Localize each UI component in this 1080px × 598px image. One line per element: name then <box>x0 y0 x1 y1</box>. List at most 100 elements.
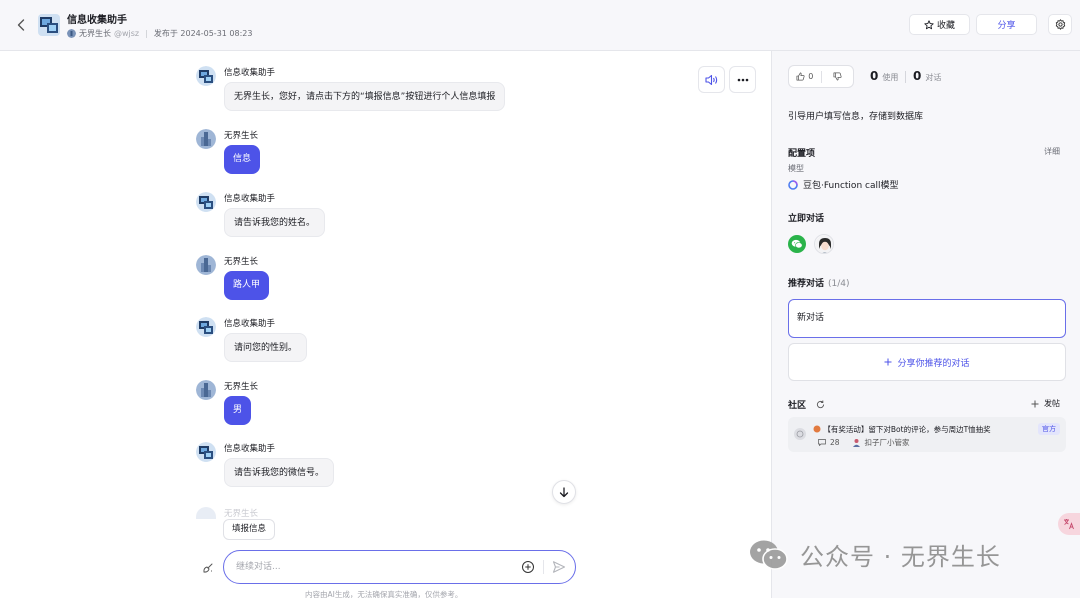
config-detail-link[interactable]: 详细 <box>1044 146 1060 157</box>
more-horizontal-icon <box>737 78 748 81</box>
share-button[interactable]: 分享 <box>976 14 1037 35</box>
recommended-title-label: 推荐对话 <box>788 279 825 289</box>
doubao-logo-icon <box>788 179 798 190</box>
message-input[interactable] <box>236 559 506 575</box>
usage-label: 使用 <box>882 73 899 82</box>
user-message-bubble: 男 <box>224 396 252 425</box>
bot-description: 引导用户填写信息，存储到数据库 <box>788 112 924 122</box>
conversation-count: 0 <box>913 69 922 83</box>
more-options-button[interactable] <box>729 66 756 93</box>
conversation-label: 对话 <box>925 73 942 82</box>
reaction-box: 0 <box>788 65 854 88</box>
official-badge: 官方 <box>1038 423 1060 435</box>
new-chat-button[interactable] <box>200 560 216 576</box>
new-post-label: 发帖 <box>1044 399 1060 408</box>
attach-plus-icon[interactable] <box>521 560 535 574</box>
stat-divider <box>905 71 906 83</box>
favorite-label: 收藏 <box>936 21 955 31</box>
back-button[interactable] <box>12 15 30 35</box>
voice-toggle-button[interactable] <box>698 66 725 93</box>
bot-message-bubble: 请告诉我您的微信号。 <box>224 458 335 487</box>
message-sender: 信息收集助手 <box>224 319 276 329</box>
bot-message-bubble: 请告诉我您的姓名。 <box>224 208 326 237</box>
config-title: 配置项 <box>788 149 816 159</box>
message-sender: 无界生长 <box>224 509 259 519</box>
model-info: 豆包·Function call模型 <box>788 178 898 191</box>
send-icon[interactable] <box>552 560 566 574</box>
user-message-bubble: 信息 <box>224 145 261 174</box>
message-sender: 无界生长 <box>224 257 259 267</box>
translate-icon <box>1064 519 1074 530</box>
usage-stat: 0 使用 <box>870 69 898 83</box>
usage-count: 0 <box>870 69 879 83</box>
speaker-icon <box>704 74 717 85</box>
thumb-down-icon <box>833 72 842 81</box>
new-post-button[interactable]: 发帖 <box>1031 398 1060 409</box>
arrow-down-icon <box>559 486 569 497</box>
message-input-box <box>223 550 576 584</box>
input-divider <box>543 560 544 574</box>
post-title-text: 【有奖活动】留下对Bot的评论，参与周边T恤抽奖 <box>823 425 991 434</box>
bot-message-avatar <box>196 442 216 462</box>
chevron-left-icon <box>17 19 25 31</box>
bot-message-avatar <box>196 317 216 337</box>
user-message-avatar <box>196 507 216 519</box>
scroll-to-bottom-button[interactable] <box>552 480 576 504</box>
favorite-button[interactable]: 收藏 <box>909 14 970 35</box>
recommended-count: (1/4) <box>828 279 850 289</box>
bot-info-panel: 0 0 使用 0 对话 引导用户填写信息，存储到数据库 配置项 详细 模型 豆包… <box>771 51 1080 598</box>
bot-message-avatar <box>196 66 216 86</box>
watermark-text: 公众号 · 无界生长 <box>800 543 1001 571</box>
like-button[interactable]: 0 <box>789 66 821 87</box>
plus-icon <box>1031 400 1039 407</box>
refresh-icon[interactable] <box>816 400 825 409</box>
wechat-channel-button[interactable] <box>788 235 806 253</box>
recommended-title: 推荐对话 (1/4) <box>788 276 850 289</box>
thumb-up-icon <box>796 72 805 81</box>
message-sender: 信息收集助手 <box>224 68 276 78</box>
message-sender: 无界生长 <box>224 382 259 392</box>
bot-message-bubble: 请问您的性别。 <box>224 333 308 362</box>
message-sender: 无界生长 <box>224 131 259 141</box>
wechat-logo-icon <box>750 540 788 570</box>
community-post[interactable]: 【有奖活动】留下对Bot的评论，参与周边T恤抽奖 官方 28 扣子厂小管家 <box>788 417 1066 452</box>
bot-title: 信息收集助手 <box>67 15 127 26</box>
author-avatar <box>67 29 76 38</box>
recommended-conversation-item[interactable]: 新对话 <box>788 299 1066 338</box>
quick-reply-button[interactable]: 填报信息 <box>223 519 276 540</box>
user-message-bubble: 路人甲 <box>224 271 270 300</box>
author-handle: @wjsz <box>114 29 140 38</box>
like-count: 0 <box>808 72 814 81</box>
gift-icon <box>813 425 821 433</box>
user-message-avatar <box>196 255 216 275</box>
gear-icon <box>1055 19 1065 30</box>
user-message-avatar <box>196 380 216 400</box>
community-label: 社区 <box>788 401 807 411</box>
share-recommended-label: 分享你推荐的对话 <box>897 358 970 369</box>
post-author: 扣子厂小管家 <box>864 438 910 447</box>
instant-chat-title: 立即对话 <box>788 214 825 224</box>
author-name[interactable]: 无界生长 <box>79 28 111 39</box>
meta-divider: | <box>145 29 148 38</box>
dislike-button[interactable] <box>822 66 854 87</box>
publish-date: 发布于 2024-05-31 08:23 <box>153 29 253 38</box>
comment-count: 28 <box>830 438 840 447</box>
translate-float-button[interactable] <box>1058 513 1080 535</box>
model-label: 模型 <box>788 164 804 173</box>
message-sender: 信息收集助手 <box>224 194 276 204</box>
settings-button[interactable] <box>1048 14 1072 35</box>
header: 信息收集助手 无界生长 @wjsz | 发布于 2024-05-31 08:23… <box>0 0 1080 51</box>
author-avatar-icon <box>852 439 860 447</box>
bot-message-bubble: 无界生长，您好，请点击下方的“填报信息”按钮进行个人信息填报 <box>224 82 506 111</box>
post-meta: 28 扣子厂小管家 <box>818 437 910 448</box>
post-avatar <box>794 428 806 440</box>
star-icon <box>924 19 934 29</box>
bot-meta: 无界生长 @wjsz | 发布于 2024-05-31 08:23 <box>67 28 252 39</box>
share-recommended-button[interactable]: 分享你推荐的对话 <box>788 343 1066 381</box>
wechat-icon <box>791 239 803 249</box>
bot-avatar <box>38 14 60 36</box>
avatar-channel-button[interactable] <box>814 234 834 254</box>
wechat-watermark: 公众号 · 无界生长 <box>748 537 1001 572</box>
broom-icon <box>203 563 213 573</box>
model-name: 豆包·Function call模型 <box>803 181 899 191</box>
